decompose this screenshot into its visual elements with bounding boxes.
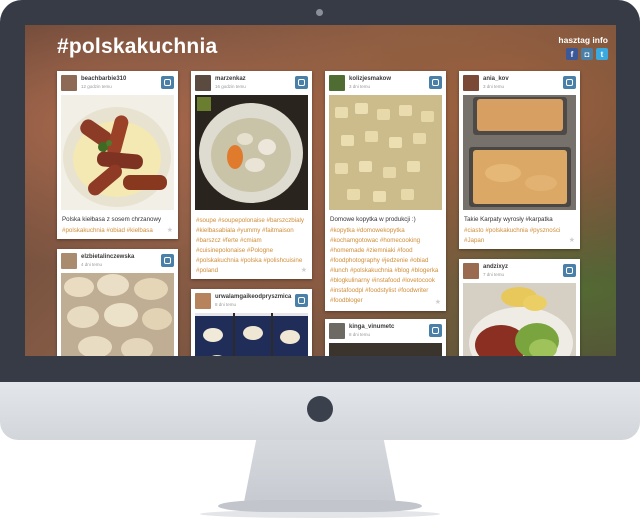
page-title: #polskakuchnia — [57, 35, 218, 58]
hashtag-info-link[interactable]: hasztag info — [558, 35, 608, 45]
post-username[interactable]: andzixyz — [483, 264, 508, 270]
post-username[interactable]: kolizjesmakow — [349, 76, 391, 82]
camera-icon — [316, 9, 323, 16]
instagram-icon[interactable] — [295, 294, 308, 307]
post-username[interactable]: ania_kov — [483, 76, 509, 82]
post-card[interactable]: marzenkaz 16 godzin temu #soupe #soupepo… — [191, 71, 312, 279]
post-username[interactable]: marzenkaz — [215, 76, 246, 82]
karpatka-cake-image — [463, 95, 576, 210]
avatar — [463, 75, 479, 91]
star-icon[interactable]: ★ — [435, 298, 441, 306]
avatar — [329, 75, 345, 91]
white-borscht-image — [195, 95, 308, 210]
instagram-icon[interactable]: ◘ — [581, 48, 593, 60]
twitter-icon[interactable]: t — [596, 48, 608, 60]
instagram-icon[interactable] — [161, 254, 174, 267]
post-card[interactable]: beachbarbie310 12 godzin temu Polska kie… — [57, 71, 178, 239]
kopytka-dough-image — [329, 95, 442, 210]
social-links: f ◘ t — [566, 48, 608, 60]
instagram-icon[interactable] — [563, 264, 576, 277]
post-photo[interactable] — [329, 343, 442, 356]
post-time: 12 godzin temu — [81, 84, 112, 89]
post-username[interactable]: kinga_vinumetc — [349, 324, 394, 330]
post-caption: Takie Karpaty wyrosły #karpatka — [464, 216, 553, 223]
post-time: 4 dni temu — [81, 262, 103, 267]
post-time: 8 dni temu — [215, 302, 237, 307]
star-icon[interactable]: ★ — [301, 266, 307, 274]
hashtag-wall-screen: #polskakuchnia hasztag info f ◘ t beachb… — [25, 25, 616, 356]
post-card[interactable]: andzixyz 7 dni temu — [459, 259, 580, 356]
post-caption: Domowe kopytka w produkcji :) — [330, 216, 416, 223]
avatar — [329, 323, 345, 339]
post-card[interactable]: urwalamgaikeodpryszmica 8 dni temu — [191, 289, 312, 356]
post-photo[interactable] — [61, 273, 174, 356]
post-username[interactable]: beachbarbie310 — [81, 76, 126, 82]
post-card[interactable]: ania_kov 3 dni temu Takie Karpaty wyrosł… — [459, 71, 580, 249]
post-photo[interactable] — [463, 95, 576, 210]
star-icon[interactable]: ★ — [167, 226, 173, 234]
instagram-icon[interactable] — [295, 76, 308, 89]
post-username[interactable]: urwalamgaikeodpryszmica — [215, 294, 291, 300]
post-photo[interactable] — [195, 313, 308, 356]
sausage-dish-image — [63, 107, 171, 207]
instagram-icon[interactable] — [429, 76, 442, 89]
pierogi-image — [61, 273, 174, 356]
post-photo[interactable] — [463, 283, 576, 356]
post-time: 7 dni temu — [483, 272, 505, 277]
post-card[interactable]: elzbietalinczewska 4 dni temu — [57, 249, 178, 356]
post-caption: Polska kiełbasa z sosem chrzanowy — [62, 216, 162, 223]
post-hashtags[interactable]: #ciasto #polskakuchnia #pyszności #Japan — [464, 226, 575, 246]
post-username[interactable]: elzbietalinczewska — [81, 254, 134, 260]
post-card[interactable]: kolizjesmakow 3 dni temu Domowe kopytka … — [325, 71, 446, 311]
post-photo[interactable] — [61, 95, 174, 210]
post-time: 3 dni temu — [349, 84, 371, 89]
potatoes-salad-image — [463, 283, 576, 356]
monitor-stand — [244, 440, 396, 502]
post-time: 3 dni temu — [483, 84, 505, 89]
post-hashtags[interactable]: #soupe #soupepolonaise #barszczbialy #ki… — [196, 216, 307, 276]
avatar — [195, 75, 211, 91]
post-hashtags[interactable]: #kopytka #domowekopytka #kochamgotowac #… — [330, 226, 441, 306]
post-photo[interactable] — [195, 95, 308, 210]
post-time: 8 dni temu — [349, 332, 371, 337]
facebook-icon[interactable]: f — [566, 48, 578, 60]
instagram-icon[interactable] — [429, 324, 442, 337]
post-time: 16 godzin temu — [215, 84, 246, 89]
avatar — [463, 263, 479, 279]
post-hashtags[interactable]: #polskakuchnia #obiad #kielbasa — [62, 226, 173, 236]
monitor-stand-base — [218, 500, 422, 512]
post-card[interactable]: kinga_vinumetc 8 dni temu — [325, 319, 446, 356]
avatar — [61, 75, 77, 91]
monitor-logo-icon — [307, 396, 333, 422]
avatar — [61, 253, 77, 269]
dumplings-on-blue-image — [195, 313, 308, 356]
post-photo[interactable] — [329, 95, 442, 210]
star-icon[interactable]: ★ — [569, 236, 575, 244]
avatar — [195, 293, 211, 309]
instagram-icon[interactable] — [563, 76, 576, 89]
instagram-icon[interactable] — [161, 76, 174, 89]
